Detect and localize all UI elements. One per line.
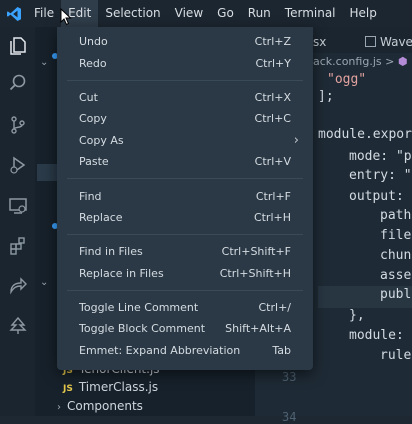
breadcrumb: ack.config.js > ⬢	[313, 55, 407, 68]
code-line: "ogg"	[327, 72, 367, 87]
tree-icon[interactable]	[4, 312, 31, 339]
menu-item-find[interactable]: Find Ctrl+F	[57, 185, 313, 206]
menu-separator	[67, 234, 303, 236]
menu-item-copy[interactable]: Copy Ctrl+C	[57, 108, 313, 129]
menu-item-replace[interactable]: Replace Ctrl+H	[57, 207, 313, 228]
menu-item-find-in-files[interactable]: Find in Files Ctrl+Shift+F	[57, 241, 313, 262]
menu-item-toggle-line-comment[interactable]: Toggle Line Comment Ctrl+/	[57, 297, 313, 318]
code-line: entry: "	[349, 168, 412, 183]
breadcrumb-file[interactable]: ack.config.js	[313, 55, 382, 68]
file-icon	[365, 36, 376, 47]
mouse-cursor-icon	[60, 7, 72, 29]
tab-wave[interactable]: Wave.s	[365, 31, 412, 53]
menu-selection[interactable]: Selection	[98, 0, 167, 27]
vscode-logo-icon[interactable]	[0, 0, 27, 27]
live-share-icon[interactable]	[4, 272, 31, 299]
code-line: },	[349, 308, 365, 323]
code-line: module.expor	[318, 127, 412, 142]
line-number: 33	[282, 370, 297, 384]
menu-item-undo[interactable]: Undo Ctrl+Z	[57, 31, 313, 52]
run-debug-icon[interactable]	[4, 151, 31, 178]
extensions-icon[interactable]	[4, 232, 31, 259]
chevron-right-icon: ›	[57, 402, 61, 413]
code-line: mode: "p	[349, 149, 412, 164]
cube-icon: ⬢	[397, 55, 408, 68]
menu-help[interactable]: Help	[343, 0, 384, 27]
line-number: 34	[282, 410, 297, 424]
menu-item-redo[interactable]: Redo Ctrl+Y	[57, 52, 313, 73]
menu-separator	[67, 178, 303, 180]
menu-terminal[interactable]: Terminal	[278, 0, 343, 27]
code-line: path	[380, 208, 412, 223]
code-line: output: {	[349, 189, 412, 204]
code-line: publ	[380, 287, 412, 302]
code-line: chun	[380, 248, 412, 263]
menu-item-emmet-expand[interactable]: Emmet: Expand Abbreviation Tab	[57, 340, 313, 361]
folder-item[interactable]: › Components	[57, 396, 143, 416]
chevron-down-icon[interactable]: ⌄	[40, 57, 48, 68]
file-name: TimerClass.js	[78, 380, 159, 394]
menu-bar: File Edit Selection View Go Run Terminal…	[27, 0, 384, 27]
menu-item-paste[interactable]: Paste Ctrl+V	[57, 151, 313, 172]
code-line: file	[380, 228, 412, 243]
menu-run[interactable]: Run	[241, 0, 278, 27]
menu-separator	[67, 79, 303, 81]
breadcrumb-separator: >	[385, 55, 395, 68]
file-item[interactable]: JS TimerClass.js	[63, 377, 158, 397]
menu-item-replace-in-files[interactable]: Replace in Files Ctrl+Shift+H	[57, 263, 313, 284]
remote-explorer-icon[interactable]	[4, 192, 31, 219]
folder-name: Components	[67, 399, 143, 413]
menu-item-cut[interactable]: Cut Ctrl+X	[57, 87, 313, 108]
chevron-down-icon[interactable]: ⌄	[40, 277, 48, 288]
code-line: asse	[380, 268, 412, 283]
js-file-icon: JS	[63, 384, 73, 394]
source-control-icon[interactable]	[4, 111, 31, 138]
selected-row	[37, 164, 57, 181]
menu-view[interactable]: View	[168, 0, 210, 27]
menu-go[interactable]: Go	[210, 0, 241, 27]
code-line: module:	[349, 328, 404, 343]
chevron-right-icon: ›	[293, 132, 299, 148]
activity-bar	[0, 27, 35, 416]
code-line: ];	[318, 89, 334, 104]
explorer-icon[interactable]	[4, 32, 31, 59]
menu-item-copy-as[interactable]: Copy As ›	[57, 130, 313, 151]
menu-separator	[67, 289, 303, 291]
edit-menu-dropdown: Undo Ctrl+Z Redo Ctrl+Y Cut Ctrl+X Copy Ctrl…	[57, 27, 313, 370]
tab-label: Wave.s	[380, 35, 412, 49]
search-icon[interactable]	[4, 69, 31, 96]
code-line: rule	[380, 348, 412, 363]
menu-item-toggle-block-comment[interactable]: Toggle Block Comment Shift+Alt+A	[57, 318, 313, 339]
tab-jsx[interactable]: sx	[313, 31, 326, 53]
menu-file[interactable]: File	[27, 0, 61, 27]
